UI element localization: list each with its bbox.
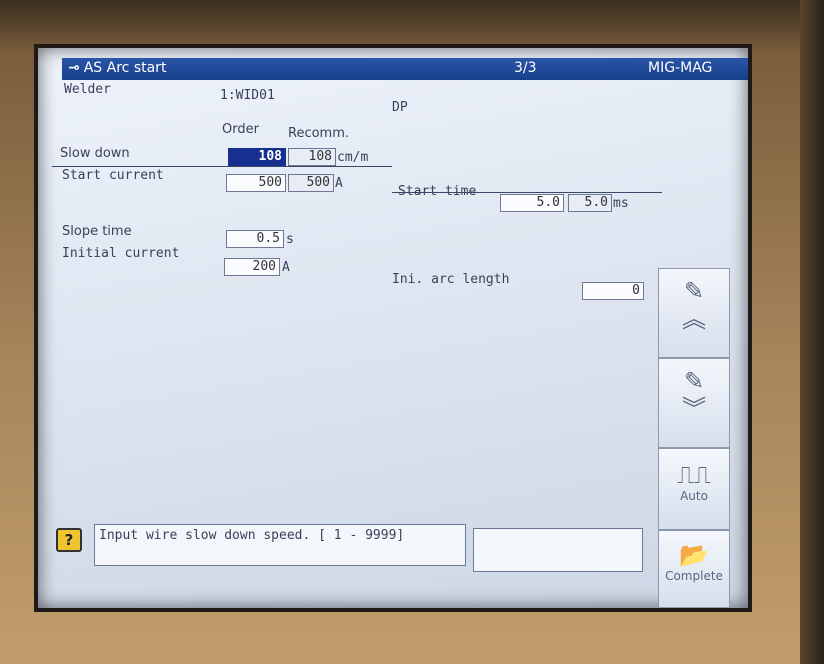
book-up-icon: ✎: [683, 277, 705, 305]
slope-time-order-field[interactable]: 0.5: [226, 230, 284, 248]
double-chevron-down-icon: ︾: [682, 395, 706, 423]
order-column-header: Order: [222, 122, 259, 137]
folder-complete-icon: 📂: [679, 541, 709, 569]
slow-down-unit: cm/m: [337, 150, 369, 165]
auto-button[interactable]: ⎍⎍ Auto: [658, 448, 730, 530]
monitor-bezel-right: [800, 0, 824, 664]
message-bar: ? Input wire slow down speed. [ 1 - 9999…: [56, 524, 476, 568]
start-time-unit: ms: [613, 196, 629, 211]
double-chevron-up-icon: ︽: [682, 305, 706, 333]
welder-value: 1:WID01: [220, 88, 275, 103]
start-current-recomm-value: 500: [288, 174, 334, 192]
message-text: Input wire slow down speed. [ 1 - 9999]: [94, 524, 466, 566]
welder-process: DP: [392, 100, 408, 115]
slow-down-recomm-value: 108: [288, 148, 336, 166]
page-down-button[interactable]: ✎ ︾: [658, 358, 730, 448]
slope-time-unit: s: [286, 232, 294, 247]
recommended-column-header: Recomm.: [288, 126, 350, 141]
initial-current-label: Initial current: [62, 246, 180, 261]
status-box: [473, 528, 643, 572]
pulse-wave-icon: ⎍⎍: [677, 461, 711, 489]
complete-button[interactable]: 📂 Complete: [658, 530, 730, 608]
start-time-order-field[interactable]: 5.0: [500, 194, 564, 212]
section-divider: [52, 166, 392, 167]
title-bar: ⊸ AS Arc start 3/3 MIG-MAG: [62, 58, 748, 80]
mode-indicator: MIG-MAG: [648, 60, 713, 76]
initial-current-order-field[interactable]: 200: [224, 258, 280, 276]
auto-button-label: Auto: [680, 489, 708, 503]
start-time-recomm-value: 5.0: [568, 194, 612, 212]
welder-label: Welder: [64, 82, 111, 97]
start-current-label: Start current: [62, 168, 164, 183]
pendant-screen: ⊸ AS Arc start 3/3 MIG-MAG Welder 1:WID01…: [38, 48, 748, 608]
ini-arc-length-field[interactable]: 0: [582, 282, 644, 300]
start-current-unit: A: [335, 176, 343, 191]
slope-time-label: Slope time: [62, 224, 132, 239]
initial-current-unit: A: [282, 260, 290, 275]
slow-down-label: Slow down: [60, 146, 130, 161]
start-time-divider: [392, 192, 662, 193]
screen-title: ⊸ AS Arc start: [68, 60, 166, 76]
screen-title-text: AS Arc start: [83, 60, 167, 76]
start-current-order-field[interactable]: 500: [226, 174, 286, 192]
slow-down-order-field[interactable]: 108: [228, 148, 286, 166]
ini-arc-length-label: Ini. arc length: [392, 272, 510, 287]
complete-button-label: Complete: [665, 569, 723, 583]
plug-icon: ⊸: [68, 60, 80, 76]
book-down-icon: ✎: [683, 367, 705, 395]
page-indicator: 3/3: [514, 60, 537, 76]
page-up-button[interactable]: ✎ ︽: [658, 268, 730, 358]
question-icon[interactable]: ?: [56, 528, 82, 552]
